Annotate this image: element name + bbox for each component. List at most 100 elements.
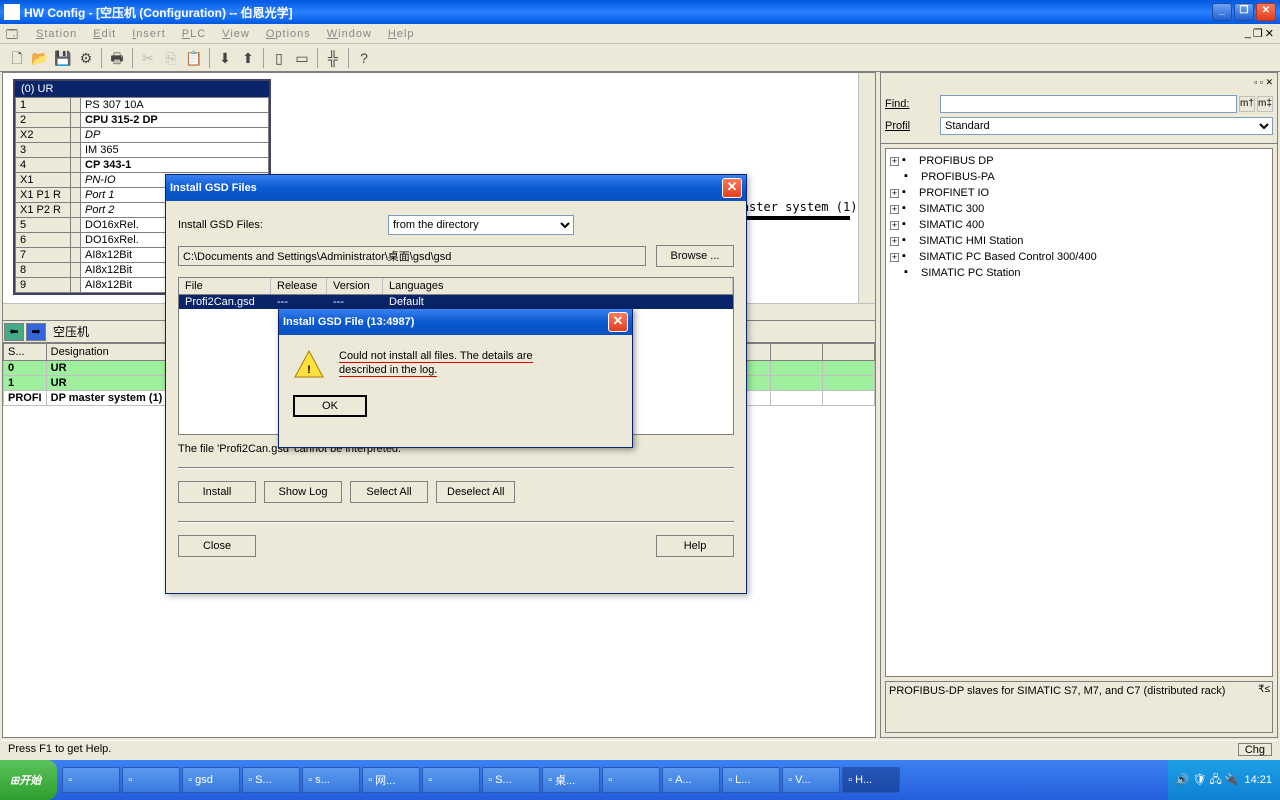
taskbar-item[interactable]: ▫桌... [542, 767, 600, 793]
nav-fwd-icon[interactable]: ➡ [26, 323, 46, 341]
taskbar-item[interactable]: ▫L... [722, 767, 780, 793]
tree-item[interactable]: +▪SIMATIC HMI Station [890, 233, 1268, 249]
expand-icon[interactable]: + [890, 205, 899, 214]
task-icon: ▫ [548, 774, 552, 786]
browse-button[interactable]: Browse ... [656, 245, 734, 267]
dlg1-source-select[interactable]: from the directory [388, 215, 574, 235]
taskbar-item[interactable]: ▫ [422, 767, 480, 793]
close-dlg-button[interactable]: Close [178, 535, 256, 557]
taskbar-item[interactable]: ▫S... [482, 767, 540, 793]
cut-button[interactable]: ✂ [137, 47, 159, 69]
install-button[interactable]: Install [178, 481, 256, 503]
expand-icon[interactable]: + [890, 237, 899, 246]
rack-slot-3[interactable]: 3IM 365 [16, 143, 269, 158]
expand-icon[interactable]: + [890, 189, 899, 198]
upper-vscrollbar[interactable] [858, 73, 875, 320]
rack-title: (0) UR [15, 81, 269, 97]
taskbar-item[interactable]: ▫ [602, 767, 660, 793]
menu-window[interactable]: Window [319, 27, 380, 41]
rack-slot-X2[interactable]: X2DP [16, 128, 269, 143]
taskbar-item[interactable]: ▫gsd [182, 767, 240, 793]
rack-slot-1[interactable]: 1PS 307 10A [16, 98, 269, 113]
find-down-icon[interactable]: m† [1239, 96, 1255, 112]
help-button[interactable]: ? [353, 47, 375, 69]
mdi-minimize-icon[interactable]: _ [1245, 27, 1251, 40]
mdi-close-icon[interactable]: ✕ [1265, 27, 1274, 40]
catalog-button[interactable]: ▯ [268, 47, 290, 69]
download-button[interactable]: ⬇ [214, 47, 236, 69]
mdi-restore-icon[interactable]: ❐ [1253, 27, 1263, 40]
showlog-button[interactable]: Show Log [264, 481, 342, 503]
catalog-panel-buttons[interactable]: ▫ ▫ ✕ [885, 77, 1273, 91]
dlg2-titlebar[interactable]: Install GSD File (13:4987) ✕ [279, 309, 632, 335]
network-button[interactable]: ╬ [322, 47, 344, 69]
tree-item[interactable]: +▪PROFINET IO [890, 185, 1268, 201]
upload-button[interactable]: ⬆ [237, 47, 259, 69]
menu-help[interactable]: Help [380, 27, 423, 41]
tree-label: SIMATIC HMI Station [919, 235, 1023, 247]
save-button[interactable]: 💾 [52, 47, 74, 69]
expand-icon[interactable]: + [890, 221, 899, 230]
menu-view[interactable]: View [214, 27, 258, 41]
dlg1-path-input[interactable] [178, 246, 646, 266]
nav-label: 空压机 [53, 323, 89, 340]
profile-select[interactable]: Standard [940, 117, 1273, 135]
expand-icon[interactable]: + [890, 253, 899, 262]
menu-insert[interactable]: Insert [124, 27, 174, 41]
menu-plc[interactable]: PLC [174, 27, 214, 41]
deselectall-button[interactable]: Deselect All [436, 481, 515, 503]
tree-item[interactable]: ▪PROFIBUS-PA [890, 169, 1268, 185]
start-button[interactable]: ⊞ 开始 [0, 760, 57, 800]
find-input[interactable] [940, 95, 1237, 113]
tree-item[interactable]: +▪PROFIBUS DP [890, 153, 1268, 169]
col-langs[interactable]: Languages [383, 278, 733, 294]
dlg2-close-button[interactable]: ✕ [608, 312, 628, 332]
dlg2-title: Install GSD File (13:4987) [283, 316, 414, 328]
taskbar-item[interactable]: ▫V... [782, 767, 840, 793]
tray-icons[interactable]: 🔊 🛡 🖧 🔌 [1176, 771, 1239, 790]
rack-slot-2[interactable]: 2CPU 315-2 DP [16, 113, 269, 128]
new-button[interactable]: 🗋 [6, 47, 28, 69]
selectall-button[interactable]: Select All [350, 481, 428, 503]
taskbar-item[interactable]: ▫A... [662, 767, 720, 793]
print-button[interactable]: 🖶 [106, 47, 128, 69]
system-tray[interactable]: 🔊 🛡 🖧 🔌 14:21 [1168, 760, 1280, 800]
tree-label: SIMATIC PC Based Control 300/400 [919, 251, 1097, 263]
dlg1-titlebar[interactable]: Install GSD Files ✕ [166, 175, 746, 201]
menu-edit[interactable]: Edit [85, 27, 124, 41]
tree-item[interactable]: +▪SIMATIC PC Based Control 300/400 [890, 249, 1268, 265]
rack-slot-4[interactable]: 4CP 343-1 [16, 158, 269, 173]
tree-item[interactable]: ▪SIMATIC PC Station [890, 265, 1268, 281]
taskbar-item[interactable]: ▫H... [842, 767, 900, 793]
taskbar-item[interactable]: ▫ [62, 767, 120, 793]
help-dlg-button[interactable]: Help [656, 535, 734, 557]
dlg1-close-button[interactable]: ✕ [722, 178, 742, 198]
warning-icon: ! [293, 349, 325, 381]
catalog-tree[interactable]: +▪PROFIBUS DP▪PROFIBUS-PA+▪PROFINET IO+▪… [885, 148, 1273, 677]
window-button[interactable]: ▭ [291, 47, 313, 69]
tree-item[interactable]: +▪SIMATIC 400 [890, 217, 1268, 233]
menu-options[interactable]: Options [258, 27, 319, 41]
tree-item[interactable]: +▪SIMATIC 300 [890, 201, 1268, 217]
open-button[interactable]: 📂 [29, 47, 51, 69]
taskbar-item[interactable]: ▫网... [362, 767, 420, 793]
save-compile-button[interactable]: ⚙ [75, 47, 97, 69]
nav-back-icon[interactable]: ⬅ [4, 323, 24, 341]
copy-button[interactable]: ⎘ [160, 47, 182, 69]
status-chg: Chg [1238, 743, 1272, 756]
col-version[interactable]: Version [327, 278, 383, 294]
find-up-icon[interactable]: m‡ [1257, 96, 1273, 112]
file-row[interactable]: Profi2Can.gsd --- --- Default [179, 295, 733, 309]
taskbar-item[interactable]: ▫s... [302, 767, 360, 793]
col-release[interactable]: Release [271, 278, 327, 294]
col-file[interactable]: File [179, 278, 271, 294]
menu-station[interactable]: Station [28, 27, 85, 41]
close-button[interactable]: ✕ [1256, 3, 1276, 21]
taskbar-item[interactable]: ▫ [122, 767, 180, 793]
maximize-button[interactable]: ❐ [1234, 3, 1254, 21]
minimize-button[interactable]: _ [1212, 3, 1232, 21]
expand-icon[interactable]: + [890, 157, 899, 166]
taskbar-item[interactable]: ▫S... [242, 767, 300, 793]
paste-button[interactable]: 📋 [183, 47, 205, 69]
ok-button[interactable]: OK [293, 395, 367, 417]
